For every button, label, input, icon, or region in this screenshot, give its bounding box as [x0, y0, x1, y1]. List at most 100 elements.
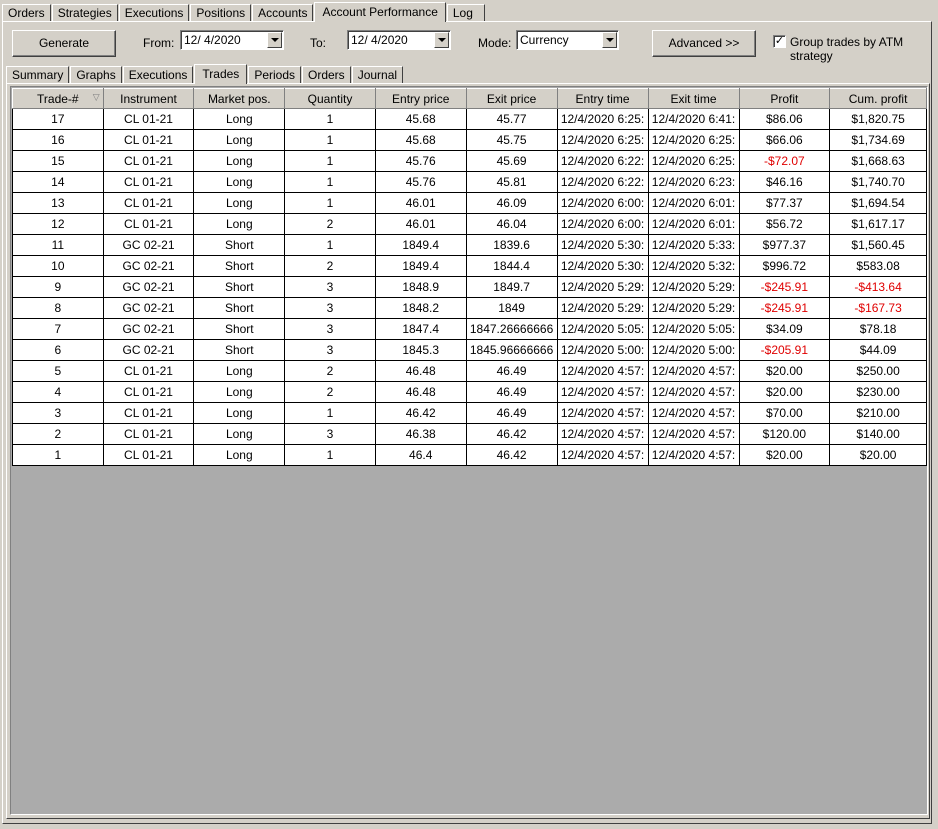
- table-row[interactable]: 7 GC 02-21 Short 3 1847.4 1847.26666666 12/4/2…: [12, 318, 927, 340]
- cell-exit-price: 46.49: [465, 402, 558, 424]
- table-row[interactable]: 3 CL 01-21 Long 1 46.42 46.49 12/4/2020 4:57: 1…: [12, 402, 927, 424]
- top-tab-strip: Orders Strategies Executions Positions Accou…: [2, 2, 486, 22]
- table-row[interactable]: 13 CL 01-21 Long 1 46.01 46.09 12/4/2020 6:00:…: [12, 192, 927, 214]
- cell-profit: $996.72: [738, 255, 831, 277]
- cell-exit-time: 12/4/2020 6:23:: [647, 171, 740, 193]
- column-header-market-pos[interactable]: Market pos.: [193, 88, 286, 109]
- cell-trade: 10: [12, 255, 104, 277]
- column-header-exit-time[interactable]: Exit time: [647, 88, 740, 109]
- cell-entry-price: 1848.2: [374, 297, 467, 319]
- cell-cum-profit: $583.08: [829, 255, 927, 277]
- column-header-trade[interactable]: Trade-# ▽: [12, 88, 104, 109]
- cell-exit-price: 45.81: [465, 171, 558, 193]
- table-row[interactable]: 4 CL 01-21 Long 2 46.48 46.49 12/4/2020 4:57: 1…: [12, 381, 927, 403]
- column-header-label: Profit: [770, 91, 799, 106]
- from-date-picker[interactable]: 12/ 4/2020: [180, 30, 284, 50]
- subtab-executions[interactable]: Executions: [122, 66, 194, 83]
- tab-executions[interactable]: Executions: [118, 4, 190, 21]
- tab-account-performance[interactable]: Account Performance: [314, 2, 446, 22]
- cell-quantity: 2: [284, 255, 376, 277]
- cell-exit-time: 12/4/2020 6:01:: [647, 213, 740, 235]
- subtab-graphs[interactable]: Graphs: [70, 66, 122, 83]
- cell-entry-time: 12/4/2020 6:25:: [556, 129, 649, 151]
- table-row[interactable]: 17 CL 01-21 Long 1 45.68 45.77 12/4/2020 6:25:…: [12, 108, 927, 130]
- table-row[interactable]: 1 CL 01-21 Long 1 46.4 46.42 12/4/2020 4:57: 12…: [12, 444, 927, 466]
- column-header-quantity[interactable]: Quantity: [284, 88, 376, 109]
- cell-entry-price: 46.38: [374, 423, 467, 445]
- table-row[interactable]: 9 GC 02-21 Short 3 1848.9 1849.7 12/4/2020 5:2…: [12, 276, 927, 298]
- table-row[interactable]: 11 GC 02-21 Short 1 1849.4 1839.6 12/4/2020 5:…: [12, 234, 927, 256]
- table-row[interactable]: 6 GC 02-21 Short 3 1845.3 1845.96666666 12/4/2…: [12, 339, 927, 361]
- cell-entry-time: 12/4/2020 6:00:: [556, 192, 649, 214]
- column-header-label: Exit price: [486, 91, 537, 106]
- cell-quantity: 3: [284, 339, 376, 361]
- table-row[interactable]: 14 CL 01-21 Long 1 45.76 45.81 12/4/2020 6:22:…: [12, 171, 927, 193]
- cell-exit-time: 12/4/2020 6:01:: [647, 192, 740, 214]
- group-trades-checkbox[interactable]: ✓: [773, 35, 786, 48]
- cell-quantity: 1: [284, 402, 376, 424]
- cell-entry-price: 1848.9: [374, 276, 467, 298]
- cell-instrument: CL 01-21: [102, 423, 195, 445]
- column-header-label: Entry price: [392, 91, 450, 106]
- cell-entry-time: 12/4/2020 4:57:: [556, 402, 649, 424]
- column-header-instrument[interactable]: Instrument: [102, 88, 195, 109]
- cell-exit-time: 12/4/2020 5:05:: [647, 318, 740, 340]
- cell-profit: -$245.91: [738, 276, 831, 298]
- cell-market-pos: Short: [193, 234, 286, 256]
- subtab-journal[interactable]: Journal: [351, 66, 404, 83]
- cell-entry-time: 12/4/2020 5:29:: [556, 276, 649, 298]
- cell-exit-time: 12/4/2020 5:29:: [647, 276, 740, 298]
- cell-entry-time: 12/4/2020 6:25:: [556, 108, 649, 130]
- subtab-trades[interactable]: Trades: [194, 64, 248, 84]
- cell-instrument: CL 01-21: [102, 192, 195, 214]
- trades-grid[interactable]: Trade-# ▽ Instrument Market pos. Quantity Ent…: [10, 86, 928, 815]
- group-trades-label[interactable]: Group trades by ATM strategy: [790, 35, 938, 63]
- cell-quantity: 3: [284, 276, 376, 298]
- table-row[interactable]: 5 CL 01-21 Long 2 46.48 46.49 12/4/2020 4:57: 1…: [12, 360, 927, 382]
- cell-entry-time: 12/4/2020 6:22:: [556, 150, 649, 172]
- cell-profit: $77.37: [738, 192, 831, 214]
- cell-profit: $86.06: [738, 108, 831, 130]
- subtab-orders[interactable]: Orders: [302, 66, 351, 83]
- tab-orders[interactable]: Orders: [2, 4, 51, 21]
- column-header-entry-price[interactable]: Entry price: [374, 88, 467, 109]
- cell-quantity: 2: [284, 360, 376, 382]
- advanced-button[interactable]: Advanced >>: [652, 30, 756, 57]
- tab-positions[interactable]: Positions: [190, 4, 252, 21]
- cell-entry-time: 12/4/2020 6:00:: [556, 213, 649, 235]
- table-row[interactable]: 15 CL 01-21 Long 1 45.76 45.69 12/4/2020 6:22:…: [12, 150, 927, 172]
- cell-profit: $20.00: [738, 360, 831, 382]
- tab-accounts[interactable]: Accounts: [252, 4, 314, 21]
- cell-quantity: 1: [284, 150, 376, 172]
- cell-exit-price: 46.42: [465, 423, 558, 445]
- chevron-down-icon[interactable]: [434, 32, 449, 48]
- subtab-summary[interactable]: Summary: [6, 66, 70, 83]
- to-date-picker[interactable]: 12/ 4/2020: [347, 30, 451, 50]
- cell-instrument: CL 01-21: [102, 381, 195, 403]
- tab-log[interactable]: Log: [446, 4, 485, 21]
- tab-strategies[interactable]: Strategies: [51, 4, 118, 21]
- column-header-cum-profit[interactable]: Cum. profit: [829, 88, 927, 109]
- chevron-down-icon[interactable]: [267, 32, 282, 48]
- column-header-profit[interactable]: Profit: [738, 88, 831, 109]
- table-row[interactable]: 16 CL 01-21 Long 1 45.68 45.75 12/4/2020 6:25:…: [12, 129, 927, 151]
- subtab-periods[interactable]: Periods: [248, 66, 301, 83]
- table-row[interactable]: 12 CL 01-21 Long 2 46.01 46.04 12/4/2020 6:00:…: [12, 213, 927, 235]
- trades-table: Trade-# ▽ Instrument Market pos. Quantity Ent…: [12, 88, 927, 466]
- cell-exit-time: 12/4/2020 5:33:: [647, 234, 740, 256]
- cell-trade: 9: [12, 276, 104, 298]
- column-header-entry-time[interactable]: Entry time: [556, 88, 649, 109]
- column-header-label: Trade-#: [37, 91, 79, 106]
- table-row[interactable]: 10 GC 02-21 Short 2 1849.4 1844.4 12/4/2020 5:…: [12, 255, 927, 277]
- mode-select[interactable]: Currency: [516, 30, 619, 50]
- cell-trade: 4: [12, 381, 104, 403]
- table-row[interactable]: 8 GC 02-21 Short 3 1848.2 1849 12/4/2020 5:29:…: [12, 297, 927, 319]
- generate-button[interactable]: Generate: [12, 30, 116, 57]
- cell-entry-price: 46.01: [374, 192, 467, 214]
- cell-market-pos: Short: [193, 276, 286, 298]
- chevron-down-icon[interactable]: [602, 32, 617, 48]
- cell-trade: 13: [12, 192, 104, 214]
- cell-cum-profit: $1,820.75: [829, 108, 927, 130]
- column-header-exit-price[interactable]: Exit price: [465, 88, 558, 109]
- table-row[interactable]: 2 CL 01-21 Long 3 46.38 46.42 12/4/2020 4:57: 1…: [12, 423, 927, 445]
